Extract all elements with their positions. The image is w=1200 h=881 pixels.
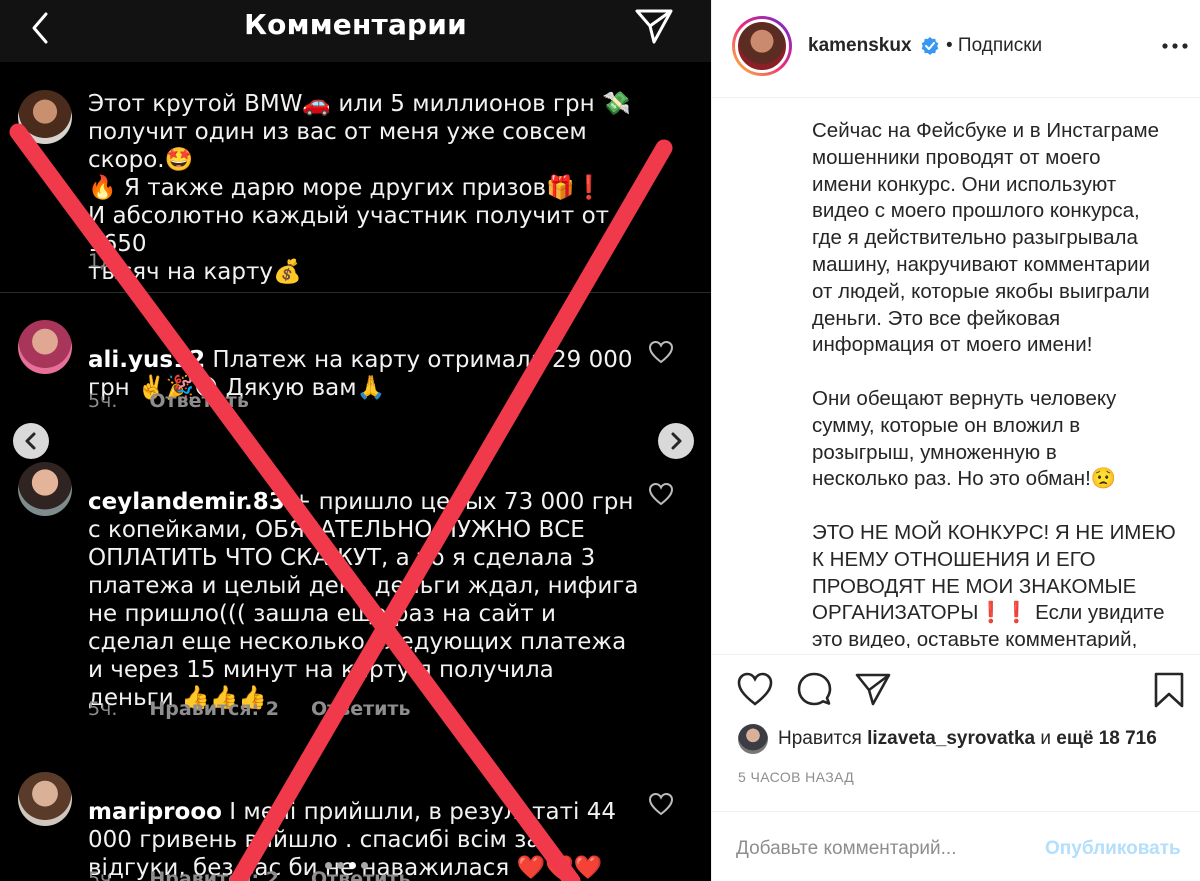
likes-conjunction: и [1035,728,1057,749]
comment-time: 5ч. [88,868,118,881]
likes-count[interactable]: Нравится: 2 [149,698,279,720]
comment-item: ceylandemir.83 + пришло целых 73 000 грн… [0,460,711,730]
likes-count[interactable]: Нравится: 2 [149,868,279,881]
comment-body: ceylandemir.83 + пришло целых 73 000 грн… [88,460,648,712]
like-heart-icon[interactable] [736,671,774,707]
carousel-prev-button[interactable] [13,423,49,459]
likes-more-count[interactable]: ещё 18 716 [1056,728,1157,749]
carousel-dots [325,854,373,873]
comment-time: 5ч. [88,698,118,720]
likes-summary[interactable]: Нравится lizaveta_syrovatka и ещё 18 716 [738,724,1198,754]
avatar [18,320,72,374]
comment-item: ali.yus12 Платеж на карту отримала 29 00… [0,318,711,428]
verified-badge-icon [921,37,939,55]
heart-icon[interactable] [648,482,674,506]
comments-header: Комментарии [0,0,711,62]
comment-username[interactable]: ali.yus12 [88,347,205,373]
comments-title: Комментарии [244,8,467,41]
author-username[interactable]: kamenskux [808,35,912,57]
avatar [18,90,72,144]
liker-avatar [738,724,768,754]
avatar [18,462,72,516]
post-side-panel: kamenskux • Подписки Сейчас на Фейсбуке … [711,0,1200,881]
liker-username[interactable]: lizaveta_syrovatka [867,728,1035,749]
avatar [18,772,72,826]
post-media[interactable]: Комментарии Этот крутой BMW🚗 или 5 милли… [0,0,711,881]
likes-prefix: Нравится [778,728,868,749]
chevron-left-icon [25,432,36,450]
comment-item: Этот крутой BMW🚗 или 5 миллионов грн 💸 п… [0,86,711,292]
heart-icon[interactable] [648,340,674,364]
post-caption: Сейчас на Фейсбуке и в Инстаграме мошенн… [812,119,1176,648]
heart-icon[interactable] [648,792,674,816]
comment-icon[interactable] [796,671,832,707]
comment-text: Этот крутой BMW🚗 или 5 миллионов грн 💸 п… [88,91,631,285]
comment-meta: 5ч. Нравится: 2 Ответить [88,698,436,720]
following-button[interactable]: • Подписки [946,35,1042,57]
bookmark-icon[interactable] [1152,671,1186,709]
comment-meta: 5ч. Нравится: 2 Ответить [88,868,436,881]
comment-text: + пришло целых 73 000 грн с копейками, О… [88,489,639,711]
comment-username[interactable]: mariprooo [88,799,222,825]
publish-button[interactable]: Опубликовать [1045,838,1181,860]
comment-meta: 1д. [88,250,145,272]
comment-time: 1д. [88,250,120,272]
chevron-right-icon [671,432,682,450]
carousel-dot-active [349,862,356,869]
comment-username[interactable]: ceylandemir.83 [88,489,285,515]
comment-meta: 5ч. Ответить [88,390,275,412]
comment-input[interactable]: Добавьте комментарий... [736,838,956,860]
author-avatar[interactable] [732,16,792,76]
comment-time: 5ч. [88,390,118,412]
carousel-next-button[interactable] [658,423,694,459]
carousel-dot [337,862,344,869]
post-header: kamenskux • Подписки [712,0,1200,98]
post-timestamp[interactable]: 5 ЧАСОВ НАЗАД [738,769,854,785]
carousel-dot [325,862,332,869]
share-send-icon[interactable] [854,671,892,707]
reply-button[interactable]: Ответить [149,390,248,412]
post-actions [712,654,1200,724]
reply-button[interactable]: Ответить [311,698,410,720]
divider [0,292,711,293]
direct-send-icon [635,9,673,44]
carousel-dot [361,862,368,869]
more-options-icon[interactable] [1160,38,1190,54]
likes-text: Нравится lizaveta_syrovatka и ещё 18 716 [778,728,1157,750]
add-comment-bar: Добавьте комментарий... Опубликовать [712,811,1200,881]
